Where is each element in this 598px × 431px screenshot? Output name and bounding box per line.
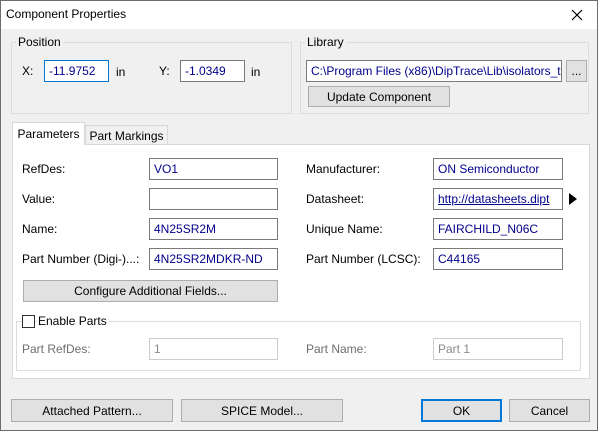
name-label: Name: bbox=[22, 222, 58, 236]
part-name-label: Part Name: bbox=[306, 342, 367, 356]
tab-part-markings[interactable]: Part Markings bbox=[85, 125, 168, 145]
close-icon bbox=[571, 9, 583, 21]
browse-library-button[interactable]: ... bbox=[566, 60, 587, 82]
dialog-title: Component Properties bbox=[6, 7, 127, 21]
y-label: Y: bbox=[159, 64, 170, 78]
y-coordinate-input[interactable]: -1.0349 bbox=[180, 60, 245, 82]
configure-additional-fields-button[interactable]: Configure Additional Fields... bbox=[23, 280, 278, 302]
x-unit-label: in bbox=[116, 65, 126, 79]
manufacturer-input[interactable]: ON Semiconductor bbox=[433, 158, 563, 180]
part-number-lcsc-input[interactable]: C44165 bbox=[433, 248, 563, 270]
value-label: Value: bbox=[22, 192, 56, 206]
attached-pattern-button[interactable]: Attached Pattern... bbox=[11, 399, 173, 422]
y-unit-label: in bbox=[251, 65, 261, 79]
cancel-button[interactable]: Cancel bbox=[509, 399, 590, 422]
component-properties-dialog: Component Properties Position X: -11.975… bbox=[0, 0, 598, 431]
title-bar: Component Properties bbox=[1, 1, 597, 29]
refdes-label: RefDes: bbox=[22, 162, 66, 176]
part-refdes-input[interactable]: 1 bbox=[149, 338, 278, 360]
update-component-button[interactable]: Update Component bbox=[308, 86, 450, 107]
close-button[interactable] bbox=[557, 1, 597, 29]
library-path-input[interactable]: C:\Program Files (x86)\DipTrace\Lib\isol… bbox=[306, 60, 562, 82]
value-input[interactable] bbox=[149, 188, 278, 210]
x-label: X: bbox=[22, 64, 34, 78]
unique-name-label: Unique Name: bbox=[306, 222, 383, 236]
datasheet-open-arrow-icon[interactable] bbox=[569, 193, 577, 205]
x-coordinate-input[interactable]: -11.9752 bbox=[44, 60, 109, 82]
part-number-digi-label: Part Number (Digi-)...: bbox=[22, 252, 140, 266]
refdes-input[interactable]: VO1 bbox=[149, 158, 278, 180]
ok-button[interactable]: OK bbox=[421, 399, 502, 422]
enable-parts-checkbox[interactable] bbox=[22, 315, 35, 328]
unique-name-input[interactable]: FAIRCHILD_N06C bbox=[433, 218, 563, 240]
position-group-label: Position bbox=[16, 35, 63, 49]
library-group-label: Library bbox=[305, 35, 346, 49]
tab-parameters[interactable]: Parameters bbox=[12, 122, 85, 145]
part-refdes-label: Part RefDes: bbox=[22, 342, 91, 356]
datasheet-link-input[interactable]: http://datasheets.dipt bbox=[433, 188, 563, 210]
part-number-digi-input[interactable]: 4N25SR2MDKR-ND bbox=[149, 248, 278, 270]
enable-parts-label[interactable]: Enable Parts bbox=[38, 314, 109, 328]
spice-model-button[interactable]: SPICE Model... bbox=[181, 399, 343, 422]
datasheet-label: Datasheet: bbox=[306, 192, 365, 206]
manufacturer-label: Manufacturer: bbox=[306, 162, 381, 176]
part-name-input[interactable]: Part 1 bbox=[433, 338, 563, 360]
part-number-lcsc-label: Part Number (LCSC): bbox=[306, 252, 421, 266]
name-input[interactable]: 4N25SR2M bbox=[149, 218, 278, 240]
